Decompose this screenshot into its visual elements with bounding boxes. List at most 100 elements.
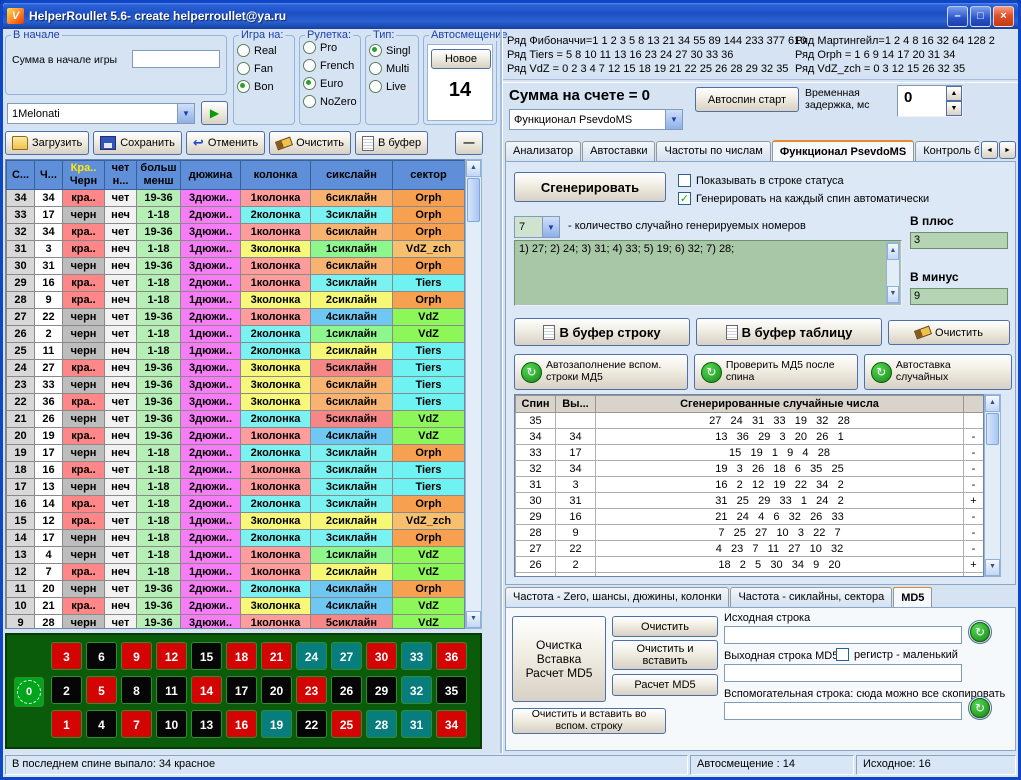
- history-row[interactable]: 2722чернчет19-362дюжи..1колонка4сиклайнV…: [7, 309, 465, 326]
- board-cell-25[interactable]: 25: [331, 710, 362, 738]
- out-string-input[interactable]: [724, 664, 962, 682]
- tab-2[interactable]: Частоты по числам: [656, 141, 770, 162]
- history-row[interactable]: 1120чернчет19-362дюжи..2колонка4сиклайнO…: [7, 581, 465, 598]
- history-row[interactable]: 2333черннеч19-363дюжи..3колонка6сиклайнT…: [7, 377, 465, 394]
- helper-string-input[interactable]: [724, 702, 962, 720]
- toolbar-clear-button[interactable]: Очистить: [269, 131, 351, 155]
- tab-0[interactable]: Анализатор: [505, 141, 581, 162]
- board-cell-28[interactable]: 28: [366, 710, 397, 738]
- board-cell-19[interactable]: 19: [261, 710, 292, 738]
- board-cell-27[interactable]: 27: [331, 642, 362, 670]
- radio-option-euro[interactable]: Euro: [303, 77, 357, 90]
- radio-option-live[interactable]: Live: [369, 80, 415, 93]
- board-cell-6[interactable]: 6: [86, 642, 117, 670]
- history-row[interactable]: 3234кра..чет19-363дюжи..1колонка6сиклайн…: [7, 224, 465, 241]
- board-cell-30[interactable]: 30: [366, 642, 397, 670]
- history-row[interactable]: 2427кра..неч19-363дюжи..3колонка5сиклайн…: [7, 360, 465, 377]
- history-row[interactable]: 2916кра..чет1-182дюжи..1колонка3сиклайнT…: [7, 275, 465, 292]
- radio-option-bon[interactable]: Bon: [237, 80, 291, 93]
- history-row[interactable]: 2236кра..чет19-363дюжи..3колонка6сиклайн…: [7, 394, 465, 411]
- gen-row[interactable]: 3527 24 31 33 19 32 28: [516, 413, 984, 429]
- board-cell-14[interactable]: 14: [191, 676, 222, 704]
- source-refresh-button[interactable]: ↻: [968, 620, 992, 644]
- board-cell-31[interactable]: 31: [401, 710, 432, 738]
- radio-option-singl[interactable]: Singl: [369, 44, 415, 57]
- clear-insert-helper-button[interactable]: Очистить и вставить во вспом. строку: [512, 708, 666, 734]
- radio-option-french[interactable]: French: [303, 59, 357, 72]
- history-row[interactable]: 134чернчет1-181дюжи..1колонка1сиклайнVdZ: [7, 547, 465, 564]
- chevron-down-icon[interactable]: ▼: [542, 217, 559, 237]
- bottom-tab-2[interactable]: MD5: [893, 587, 932, 608]
- scroll-up-icon[interactable]: ▲: [985, 395, 1000, 412]
- board-cell-15[interactable]: 15: [191, 642, 222, 670]
- close-button[interactable]: ×: [993, 6, 1014, 27]
- gen-table-scroll[interactable]: ▲ ▼: [984, 394, 1001, 577]
- bottom-tab-1[interactable]: Частота - сиклайны, сектора: [730, 587, 892, 608]
- buffer-table-button[interactable]: В буфер таблицу: [696, 318, 882, 346]
- history-row[interactable]: 1614кра..чет1-182дюжи..2колонка3сиклайнO…: [7, 496, 465, 513]
- radio-option-nozero[interactable]: NoZero: [303, 95, 357, 108]
- radio-option-pro[interactable]: Pro: [303, 41, 357, 54]
- md5-calc-button[interactable]: Расчет MD5: [612, 674, 718, 696]
- scroll-up-icon[interactable]: ▲: [887, 243, 899, 260]
- board-cell-24[interactable]: 24: [296, 642, 327, 670]
- board-cell-29[interactable]: 29: [366, 676, 397, 704]
- chevron-down-icon[interactable]: ▼: [177, 104, 194, 123]
- board-cell-17[interactable]: 17: [226, 676, 257, 704]
- board-cell-9[interactable]: 9: [121, 642, 152, 670]
- new-offset-button[interactable]: Новое: [431, 49, 491, 69]
- gen-row[interactable]: 2897 25 27 10 3 22 7-: [516, 525, 984, 541]
- toolbar-undo-button[interactable]: ↩Отменить: [186, 131, 265, 155]
- history-row[interactable]: 2019кра..неч19-362дюжи..1колонка4сиклайн…: [7, 428, 465, 445]
- board-cell-10[interactable]: 10: [156, 710, 187, 738]
- autospin-start-button[interactable]: Автоспин старт: [695, 87, 799, 112]
- gen-row[interactable]: 27224 23 7 11 27 10 32-: [516, 541, 984, 557]
- board-cell-2[interactable]: 2: [51, 676, 82, 704]
- gen-row[interactable]: 31316 2 12 19 22 34 2-: [516, 477, 984, 493]
- gen-row[interactable]: 303131 25 29 33 1 24 2+: [516, 493, 984, 509]
- history-row[interactable]: 127кра..неч1-181дюжи..1колонка2сиклайнVd…: [7, 564, 465, 581]
- board-cell-36[interactable]: 36: [436, 642, 467, 670]
- generated-numbers-area[interactable]: 1) 27; 2) 24; 3) 31; 4) 33; 5) 19; 6) 32…: [514, 240, 902, 306]
- board-cell-5[interactable]: 5: [86, 676, 117, 704]
- history-row[interactable]: 262чернчет1-181дюжи..2колонка1сиклайнVdZ: [7, 326, 465, 343]
- scrollbar-thumb[interactable]: [467, 178, 480, 222]
- history-row[interactable]: 2511черннеч1-181дюжи..2колонка2сиклайнTi…: [7, 343, 465, 360]
- history-row[interactable]: 928чернчет19-363дюжи..1колонка5сиклайнVd…: [7, 615, 465, 630]
- run-button[interactable]: ▶: [201, 101, 228, 125]
- board-cell-13[interactable]: 13: [191, 710, 222, 738]
- board-cell-11[interactable]: 11: [156, 676, 187, 704]
- md5-action-button-2[interactable]: ↻Автоставка случайных: [864, 354, 1012, 390]
- spinner-down-icon[interactable]: ▼: [946, 101, 962, 116]
- toolbar-buffer-button[interactable]: В буфер: [355, 131, 428, 155]
- start-sum-input[interactable]: [132, 50, 220, 68]
- board-cell-zero[interactable]: 0: [14, 677, 44, 707]
- md5-clear-paste-button[interactable]: Очистить и вставить: [612, 640, 718, 670]
- scroll-down-icon[interactable]: ▼: [887, 286, 899, 303]
- history-row[interactable]: 1021кра..неч19-362дюжи..3колонка4сиклайн…: [7, 598, 465, 615]
- board-cell-1[interactable]: 1: [51, 710, 82, 738]
- history-row[interactable]: 1417черннеч1-182дюжи..2колонка3сиклайнOr…: [7, 530, 465, 547]
- tab-scroll-left-icon[interactable]: ◄: [981, 141, 998, 159]
- scroll-down-icon[interactable]: ▼: [466, 611, 481, 628]
- md5-big-button[interactable]: Очистка Вставка Расчет MD5: [512, 616, 606, 702]
- history-row[interactable]: 1917черннеч1-182дюжи..2колонка3сиклайнOr…: [7, 445, 465, 462]
- gen-row[interactable]: 331715 19 1 9 4 28-: [516, 445, 984, 461]
- md5-action-button-0[interactable]: ↻Автозаполнение вспом. строки МД5: [514, 354, 688, 390]
- tab-scroll-right-icon[interactable]: ►: [999, 141, 1016, 159]
- chevron-down-icon[interactable]: ▼: [665, 110, 682, 129]
- board-cell-35[interactable]: 35: [436, 676, 467, 704]
- tab-4[interactable]: Контроль банкрол: [915, 141, 979, 162]
- board-cell-26[interactable]: 26: [331, 676, 362, 704]
- gen-row[interactable]: 291621 24 4 6 32 26 33-: [516, 509, 984, 525]
- board-cell-20[interactable]: 20: [261, 676, 292, 704]
- gen-row[interactable]: 26218 2 5 30 34 9 20+: [516, 557, 984, 573]
- bottom-tab-0[interactable]: Частота - Zero, шансы, дюжины, колонки: [505, 587, 729, 608]
- scroll-down-icon[interactable]: ▼: [985, 559, 1000, 576]
- maximize-button[interactable]: □: [970, 6, 991, 27]
- board-cell-12[interactable]: 12: [156, 642, 187, 670]
- history-row[interactable]: 1816кра..чет1-182дюжи..1колонка3сиклайнT…: [7, 462, 465, 479]
- helper-refresh-button[interactable]: ↻: [968, 696, 992, 720]
- board-cell-8[interactable]: 8: [121, 676, 152, 704]
- history-row[interactable]: 3434кра..чет19-363дюжи..1колонка6сиклайн…: [7, 190, 465, 207]
